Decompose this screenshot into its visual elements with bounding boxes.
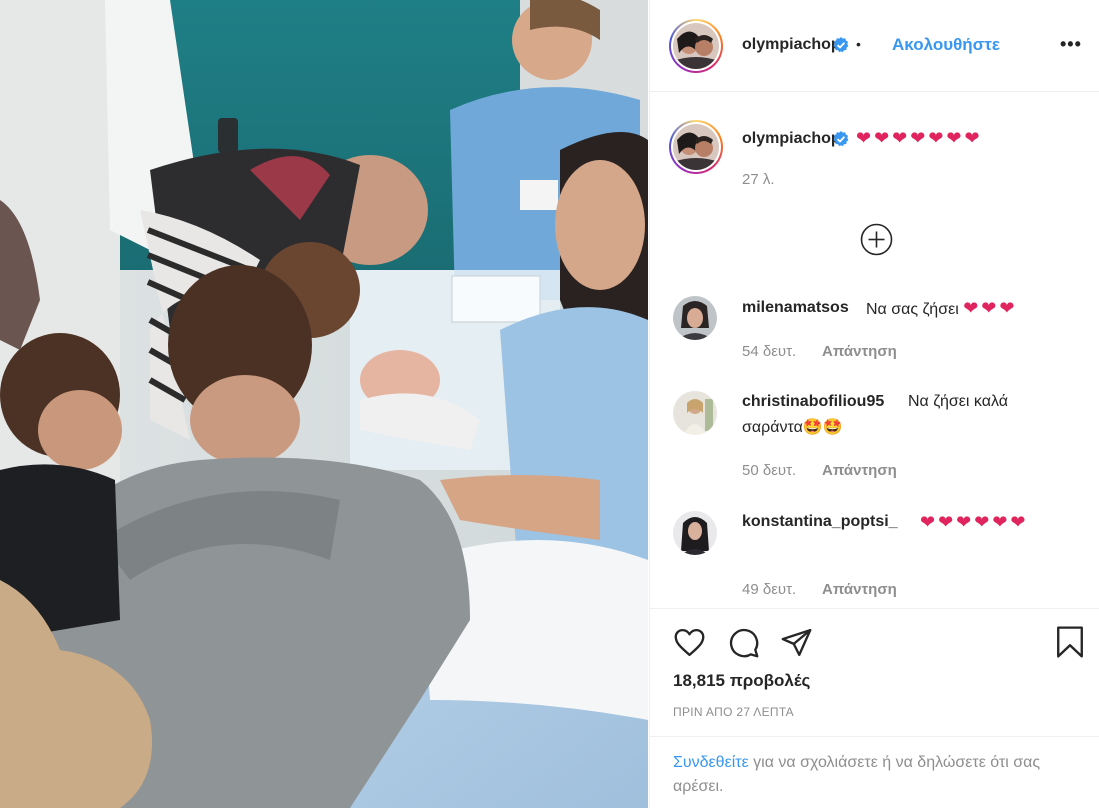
- reply-button[interactable]: Απάντηση: [822, 581, 897, 598]
- comment-time[interactable]: 50 δευτ.: [742, 462, 796, 479]
- comment-text-continued: σαράντα🤩🤩: [742, 415, 843, 441]
- comment-time[interactable]: 54 δευτ.: [742, 343, 796, 360]
- author-avatar[interactable]: [669, 19, 723, 73]
- login-link[interactable]: Συνδεθείτε: [673, 754, 749, 771]
- plus-circle-icon[interactable]: [860, 223, 893, 256]
- caption-text: ❤❤❤❤❤❤❤: [856, 128, 983, 148]
- comment-emoji: ❤❤❤: [963, 298, 1018, 318]
- author-avatar-image: [673, 23, 719, 69]
- caption-time[interactable]: 27 λ.: [742, 171, 775, 188]
- comments-list[interactable]: olympiachop ❤❤❤❤❤❤❤ 27 λ. milenamatsos Ν…: [650, 93, 1099, 608]
- comment-emoji: ❤❤❤❤❤❤: [920, 512, 1029, 532]
- follow-button[interactable]: Ακολουθήστε: [892, 35, 1000, 55]
- commenter-username[interactable]: christinabofiliou95: [742, 393, 884, 411]
- post-actions: 18,815 προβολές ΠΡΙΝ ΑΠΟ 27 ΛΕΠΤΑ: [650, 608, 1099, 736]
- comment-text-body: σαράντα: [742, 419, 803, 436]
- post-sidebar: olympiachop • Ακολουθήστε ••• olympiacho…: [649, 0, 1099, 808]
- caption-username[interactable]: olympiachop: [742, 130, 841, 148]
- commenter-username[interactable]: milenamatsos: [742, 299, 849, 317]
- paper-plane-icon[interactable]: [780, 626, 813, 659]
- comment-text: Να σας ζήσει ❤❤❤: [866, 295, 1017, 323]
- post-header: olympiachop • Ακολουθήστε •••: [650, 0, 1099, 92]
- reply-button[interactable]: Απάντηση: [822, 462, 897, 479]
- verified-badge-icon: [833, 37, 849, 53]
- comment-text-body: Να σας ζήσει: [866, 301, 959, 318]
- caption-avatar-image: [673, 124, 719, 170]
- commenter-avatar-image: [673, 391, 717, 435]
- comment-time[interactable]: 49 δευτ.: [742, 581, 796, 598]
- commenter-avatar[interactable]: [673, 511, 717, 555]
- commenter-avatar-image: [673, 511, 717, 555]
- caption-avatar[interactable]: [669, 120, 723, 174]
- reply-button[interactable]: Απάντηση: [822, 343, 897, 360]
- author-username[interactable]: olympiachop: [742, 36, 841, 54]
- commenter-avatar[interactable]: [673, 296, 717, 340]
- comment-text: Να ζήσει καλά: [908, 393, 1008, 410]
- commenter-username[interactable]: konstantina_poptsi_: [742, 513, 898, 531]
- post-media[interactable]: [0, 0, 648, 808]
- view-count[interactable]: 18,815 προβολές: [673, 671, 810, 691]
- post-video-frame: [0, 0, 648, 808]
- comment-emoji: 🤩🤩: [802, 419, 843, 436]
- header-separator: •: [856, 36, 861, 52]
- heart-outline-icon[interactable]: [673, 626, 706, 659]
- commenter-avatar-image: [673, 296, 717, 340]
- post-timestamp[interactable]: ΠΡΙΝ ΑΠΟ 27 ΛΕΠΤΑ: [673, 705, 794, 719]
- commenter-avatar[interactable]: [673, 391, 717, 435]
- verified-badge-icon: [833, 131, 849, 147]
- login-prompt: Συνδεθείτε για να σχολιάσετε ή να δηλώσε…: [650, 736, 1099, 808]
- more-options-button[interactable]: •••: [1060, 34, 1082, 55]
- bookmark-icon[interactable]: [1054, 625, 1086, 659]
- comment-bubble-icon[interactable]: [727, 626, 760, 659]
